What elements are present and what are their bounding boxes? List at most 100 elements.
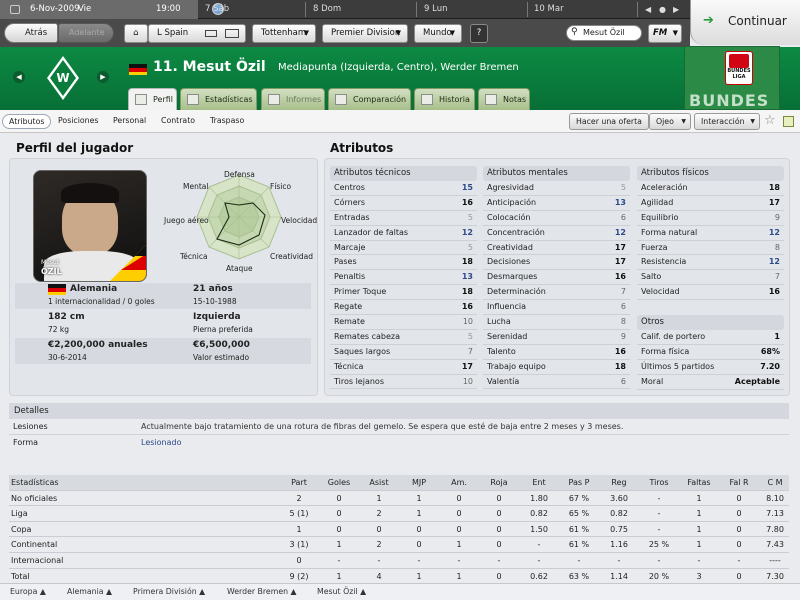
attribute-row[interactable]: Técnica 17 bbox=[330, 360, 477, 375]
tab-estadisticas[interactable]: Estadísticas bbox=[180, 88, 257, 110]
attribute-row[interactable]: Remates cabeza 5 bbox=[330, 330, 477, 345]
attribute-row[interactable]: Lucha 8 bbox=[483, 315, 630, 330]
stats-column-header[interactable]: Fal R bbox=[719, 475, 759, 490]
day-9[interactable]: 9 Lun bbox=[424, 0, 524, 19]
league-menu[interactable]: Premier Division ▼ bbox=[322, 24, 408, 43]
attribute-row[interactable]: Calif. de portero 1 bbox=[637, 330, 784, 345]
attribute-row[interactable]: Entradas 5 bbox=[330, 211, 477, 226]
add-note-icon[interactable] bbox=[783, 116, 794, 127]
attribute-row[interactable]: Tiros lejanos 10 bbox=[330, 375, 477, 390]
attribute-row[interactable]: Valentía 6 bbox=[483, 375, 630, 390]
attribute-row[interactable]: Moral Aceptable bbox=[637, 375, 784, 390]
tab-perfil[interactable]: Perfil bbox=[128, 88, 177, 110]
stats-column-header[interactable]: Part bbox=[279, 475, 319, 490]
tab-notas[interactable]: Notas bbox=[478, 88, 530, 110]
attribute-row[interactable]: Anticipación 13 bbox=[483, 196, 630, 211]
current-date[interactable]: 6-Nov-2009 Vie 19:00 bbox=[0, 0, 198, 19]
attribute-row[interactable]: Últimos 5 partidos 7.20 bbox=[637, 360, 784, 375]
attribute-row[interactable]: Talento 16 bbox=[483, 345, 630, 360]
make-offer-button[interactable]: Hacer una oferta bbox=[569, 113, 649, 130]
stats-column-header[interactable]: Ent bbox=[519, 475, 559, 490]
attribute-row[interactable]: Desmarques 16 bbox=[483, 270, 630, 286]
stats-column-header[interactable]: Goles bbox=[319, 475, 359, 490]
star-icon[interactable]: ☆ bbox=[764, 113, 776, 128]
attribute-row[interactable]: Marcaje 5 bbox=[330, 241, 477, 256]
back-button[interactable]: Atrás bbox=[4, 23, 58, 43]
stats-column-header[interactable]: C M bbox=[761, 475, 789, 490]
attribute-row[interactable]: Salto 7 bbox=[637, 270, 784, 286]
attribute-row[interactable]: Fuerza 8 bbox=[637, 241, 784, 256]
prev-day-icon[interactable]: ◀ bbox=[645, 0, 651, 19]
next-day-icon[interactable]: ▶ bbox=[673, 0, 679, 19]
attribute-row[interactable]: Córners 16 bbox=[330, 196, 477, 211]
tab-comparacion[interactable]: Comparación bbox=[328, 88, 411, 110]
day-8[interactable]: 8 Dom bbox=[313, 0, 413, 19]
interaction-menu[interactable]: Interacción ▼ bbox=[694, 113, 760, 130]
attribute-row[interactable]: Serenidad 9 bbox=[483, 330, 630, 345]
stats-column-header[interactable]: Faltas bbox=[679, 475, 719, 490]
breadcrumb-werder-bremen[interactable]: Werder Bremen ▲ bbox=[227, 587, 297, 596]
stats-column-header[interactable]: Am. bbox=[439, 475, 479, 490]
nationality[interactable]: Alemania bbox=[70, 284, 117, 294]
subtab-contrato[interactable]: Contrato bbox=[155, 114, 201, 129]
stats-column-header[interactable]: Pas P bbox=[559, 475, 599, 490]
attribute-row[interactable]: Remate 10 bbox=[330, 315, 477, 330]
attribute-row[interactable]: Determinación 7 bbox=[483, 285, 630, 301]
tab-historia[interactable]: Historia bbox=[414, 88, 475, 110]
attribute-row[interactable]: Agresividad 5 bbox=[483, 181, 630, 196]
league-label: Premier Division bbox=[331, 28, 401, 38]
breadcrumb-primera-division[interactable]: Primera División ▲ bbox=[133, 587, 205, 596]
world-menu[interactable]: Mundo ▼ bbox=[414, 24, 462, 43]
attribute-row[interactable]: Aceleración 18 bbox=[637, 181, 784, 196]
breadcrumb-alemania[interactable]: Alemania ▲ bbox=[67, 587, 112, 596]
attribute-row[interactable]: Colocación 6 bbox=[483, 211, 630, 226]
forward-button[interactable]: Adelante bbox=[58, 23, 114, 43]
continue-button[interactable]: ➔ Continuar bbox=[690, 0, 800, 45]
attribute-row[interactable]: Agilidad 17 bbox=[637, 196, 784, 211]
attribute-row[interactable]: Centros 15 bbox=[330, 181, 477, 196]
attribute-row[interactable]: Penaltis 13 bbox=[330, 270, 477, 286]
club-menu[interactable]: Tottenham ▼ bbox=[252, 24, 316, 43]
help-button[interactable]: ? bbox=[470, 24, 488, 43]
home-button[interactable]: ⌂ bbox=[124, 24, 148, 43]
subtab-personal[interactable]: Personal bbox=[107, 114, 152, 129]
stats-column-header[interactable]: Estadísticas bbox=[9, 475, 209, 490]
stats-column-header[interactable]: Roja bbox=[479, 475, 519, 490]
stats-column-header[interactable]: Reg bbox=[599, 475, 639, 490]
attribute-row[interactable]: Pases 18 bbox=[330, 255, 477, 271]
club-logo[interactable]: W bbox=[46, 55, 80, 101]
previous-player-icon[interactable]: ◀ bbox=[13, 71, 25, 83]
attribute-row[interactable]: Lanzador de faltas 12 bbox=[330, 226, 477, 241]
tab-informes[interactable]: Informes bbox=[261, 88, 325, 110]
day-10[interactable]: 10 Mar bbox=[534, 0, 634, 19]
subtab-posiciones[interactable]: Posiciones bbox=[52, 114, 104, 129]
next-player-icon[interactable]: ▶ bbox=[97, 71, 109, 83]
scout-menu[interactable]: Ojeo ▼ bbox=[649, 113, 691, 130]
search-input[interactable]: ⚲ Mesut Özil bbox=[566, 25, 642, 41]
attribute-row[interactable]: Trabajo equipo 18 bbox=[483, 360, 630, 375]
attribute-row[interactable]: Resistencia 12 bbox=[637, 255, 784, 271]
attribute-row[interactable]: Primer Toque 18 bbox=[330, 285, 477, 301]
subtab-label: Atributos bbox=[9, 117, 45, 126]
attribute-row[interactable]: Creatividad 17 bbox=[483, 241, 630, 256]
breadcrumb-mesut-ozil[interactable]: Mesut Özil ▲ bbox=[317, 587, 366, 596]
attribute-row[interactable]: Decisiones 17 bbox=[483, 255, 630, 271]
subtab-atributos[interactable]: Atributos bbox=[2, 114, 52, 129]
subtab-traspaso[interactable]: Traspaso bbox=[204, 114, 250, 129]
nation-menu[interactable]: L Spain bbox=[148, 24, 246, 43]
stats-column-header[interactable]: MJP bbox=[399, 475, 439, 490]
attribute-row[interactable]: Regate 16 bbox=[330, 300, 477, 316]
attribute-row[interactable]: Influencia 6 bbox=[483, 300, 630, 316]
play-icon[interactable]: ● bbox=[659, 0, 666, 19]
breadcrumb-europa[interactable]: Europa ▲ bbox=[10, 587, 46, 596]
fm-menu[interactable]: FM ▼ bbox=[648, 24, 682, 43]
stats-column-header[interactable]: Asist bbox=[359, 475, 399, 490]
attribute-row[interactable]: Equilibrio 9 bbox=[637, 211, 784, 226]
day-7[interactable]: 7 Sáb bbox=[205, 0, 305, 19]
attribute-row[interactable]: Concentración 12 bbox=[483, 226, 630, 241]
stats-column-header[interactable]: Tiros bbox=[639, 475, 679, 490]
attribute-row[interactable]: Saques largos 7 bbox=[330, 345, 477, 360]
attribute-row[interactable]: Forma natural 12 bbox=[637, 226, 784, 241]
attribute-row[interactable]: Forma física 68% bbox=[637, 345, 784, 360]
attribute-row[interactable]: Velocidad 16 bbox=[637, 285, 784, 301]
